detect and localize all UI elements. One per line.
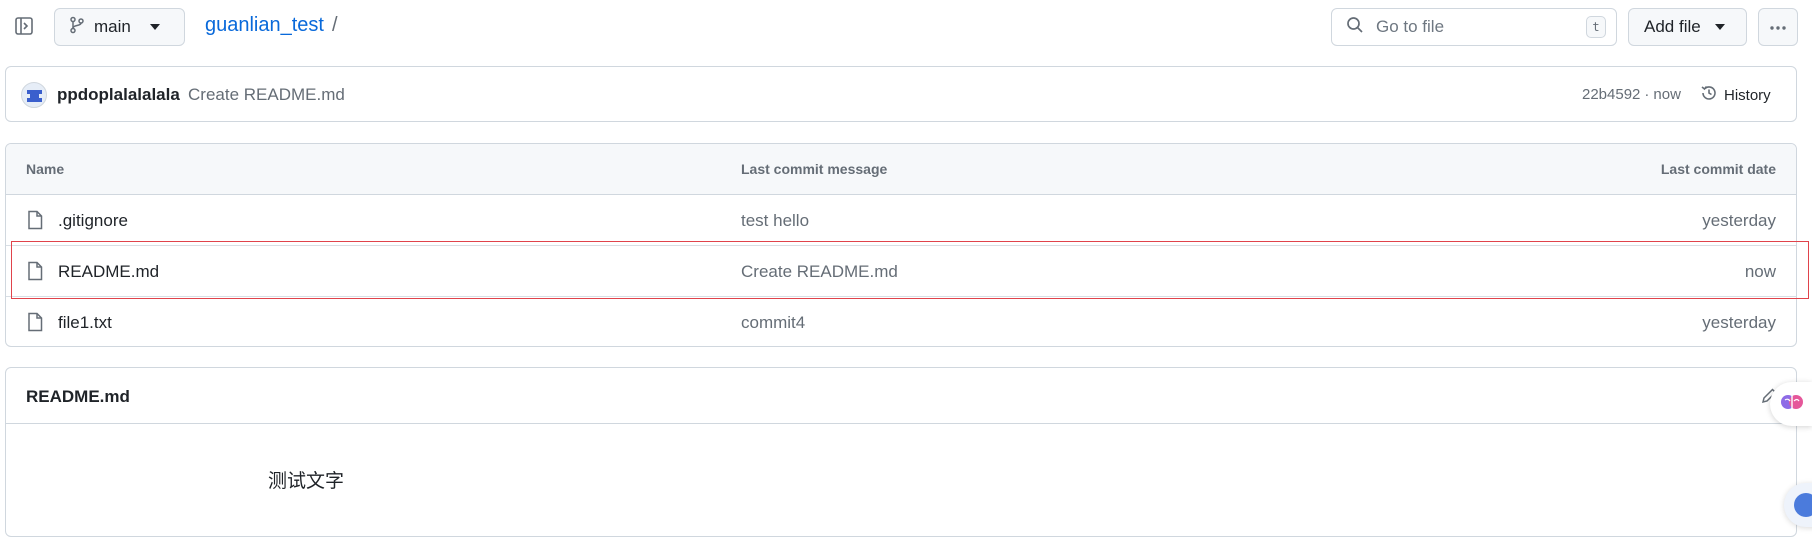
- commit-meta: 22b4592 · now: [1582, 86, 1681, 103]
- go-to-file-input[interactable]: Go to file t: [1331, 8, 1617, 46]
- commit-sha-link[interactable]: 22b4592: [1582, 86, 1640, 103]
- assistant-floating-button[interactable]: [1770, 382, 1812, 426]
- readme-panel: README.md 测试文字: [5, 367, 1797, 537]
- repo-header: main guanlian_test / Go to file t Add fi…: [0, 0, 1812, 56]
- commit-author-link[interactable]: ppdoplalalalala: [57, 85, 180, 105]
- commit-message-link[interactable]: Create README.md: [188, 85, 345, 105]
- file-commit-message-link[interactable]: commit4: [741, 313, 805, 333]
- avatar[interactable]: [21, 82, 47, 108]
- readme-content: 测试文字: [268, 470, 345, 492]
- file-table: Name Last commit message Last commit dat…: [5, 143, 1797, 347]
- file-commit-date: yesterday: [1702, 313, 1776, 332]
- repo-name-link[interactable]: guanlian_test: [205, 14, 324, 37]
- brain-icon: [1780, 390, 1804, 419]
- file-name-link[interactable]: file1.txt: [58, 313, 112, 333]
- git-branch-icon: [69, 16, 85, 39]
- sidebar-toggle-icon[interactable]: [12, 14, 36, 38]
- file-commit-message-link[interactable]: test hello: [741, 211, 809, 231]
- breadcrumb-separator: /: [331, 14, 338, 36]
- readme-header: README.md: [6, 368, 1796, 424]
- more-options-button[interactable]: [1758, 8, 1798, 46]
- search-icon: [1346, 16, 1364, 39]
- chat-bubble-icon: [1794, 493, 1812, 517]
- column-last-commit-date: Last commit date: [1660, 161, 1776, 177]
- meta-dot: ·: [1644, 86, 1650, 103]
- file-icon: [26, 210, 46, 230]
- file-commit-message-link[interactable]: Create README.md: [741, 262, 898, 282]
- file-icon: [26, 261, 46, 281]
- file-commit-date: now: [1744, 262, 1776, 281]
- file-commit-date: yesterday: [1702, 211, 1776, 230]
- kebab-horizontal-icon: [1769, 18, 1787, 36]
- chevron-down-icon: [1714, 24, 1725, 30]
- readme-title-link[interactable]: README.md: [26, 387, 130, 407]
- table-row[interactable]: README.md Create README.md now: [6, 246, 1796, 297]
- history-icon: [1700, 84, 1718, 106]
- table-row[interactable]: file1.txt commit4 yesterday: [6, 297, 1796, 346]
- latest-commit-bar: ppdoplalalalala Create README.md 22b4592…: [5, 66, 1797, 122]
- file-icon: [26, 312, 46, 332]
- column-name: Name: [26, 161, 65, 177]
- file-name-link[interactable]: .gitignore: [58, 211, 128, 231]
- chevron-down-icon: [149, 24, 160, 30]
- branch-label: main: [94, 17, 131, 36]
- keyboard-shortcut-hint: t: [1586, 16, 1606, 38]
- add-file-button[interactable]: Add file: [1628, 8, 1747, 46]
- history-label: History: [1724, 86, 1771, 104]
- history-button[interactable]: History: [1700, 80, 1771, 110]
- go-to-file-placeholder: Go to file: [1376, 17, 1445, 36]
- column-last-commit-message: Last commit message: [741, 161, 888, 177]
- table-row[interactable]: .gitignore test hello yesterday: [6, 195, 1796, 246]
- add-file-label: Add file: [1644, 17, 1701, 36]
- file-name-link[interactable]: README.md: [58, 262, 159, 282]
- commit-time: now: [1653, 86, 1681, 103]
- table-header: Name Last commit message Last commit dat…: [6, 144, 1796, 195]
- branch-selector-button[interactable]: main: [54, 8, 185, 46]
- breadcrumb: guanlian_test /: [205, 14, 338, 37]
